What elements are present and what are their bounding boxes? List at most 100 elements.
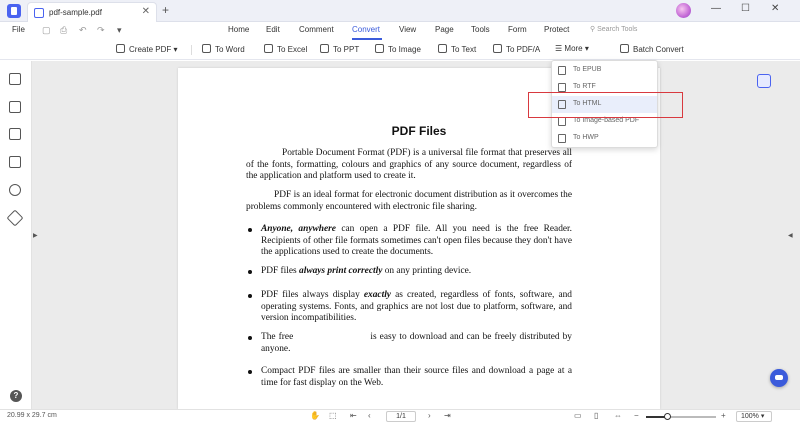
batch-convert-button[interactable]: Batch Convert (620, 44, 684, 54)
bullet-icon (248, 270, 252, 274)
to-image-based-pdf-label: To Image-based PDF (573, 117, 640, 124)
prev-page-icon[interactable]: ‹ (368, 411, 371, 420)
to-text-label: To Text (451, 45, 477, 54)
menu-edit[interactable]: Edit (266, 25, 280, 34)
bullet-1-emphasis: Anyone, anywhere (261, 224, 336, 234)
batch-convert-icon (620, 44, 629, 53)
menu-home[interactable]: Home (228, 25, 249, 34)
tab-close-icon[interactable]: ✕ (142, 6, 150, 17)
paragraph-1: Portable Document Format (PDF) is a univ… (246, 148, 572, 181)
ocr-recognize-icon[interactable] (757, 74, 771, 88)
search-tools-input[interactable]: ⚲ Search Tools (590, 25, 637, 33)
menu-protect[interactable]: Protect (544, 25, 569, 34)
to-word-button[interactable]: To Word (202, 44, 245, 54)
zoom-level-value: 100% (741, 413, 759, 420)
to-excel-label: To Excel (277, 45, 308, 54)
hand-tool-icon[interactable]: ✋ (310, 411, 320, 420)
title-bar: pdf-sample.pdf ✕ + — ☐ ✕ (0, 0, 800, 22)
window-close-icon[interactable]: ✕ (771, 3, 779, 14)
maximize-icon[interactable]: ☐ (741, 3, 750, 14)
more-button[interactable]: ☰ More ▾ (555, 44, 589, 53)
bullet-icon (248, 294, 252, 298)
select-tool-icon[interactable]: ⬚ (329, 411, 337, 420)
to-ppt-label: To PPT (333, 45, 360, 54)
attachment-icon[interactable] (9, 156, 21, 168)
comment-icon[interactable] (9, 128, 21, 140)
bullet-icon (248, 336, 252, 340)
to-pdfa-button[interactable]: To PDF/A (493, 44, 540, 54)
two-page-view-icon[interactable]: ▯ (594, 411, 598, 420)
batch-convert-label: Batch Convert (633, 45, 684, 54)
bullet-2-text-a: PDF files (261, 266, 300, 276)
fit-width-icon[interactable]: ⇔ (614, 411, 622, 420)
save-icon[interactable]: ▢ (42, 25, 51, 36)
left-sidebar (0, 61, 32, 409)
layers-icon[interactable] (6, 209, 24, 227)
to-excel-button[interactable]: To Excel (264, 44, 307, 54)
pdf-file-icon (34, 8, 44, 18)
bullet-3-text-a: PDF files always display (261, 290, 364, 300)
menu-file[interactable]: File (12, 25, 25, 34)
app-logo-icon (7, 4, 21, 18)
to-text-button[interactable]: To Text (438, 44, 476, 54)
menu-item-to-hwp[interactable]: To HWP (552, 130, 657, 147)
to-rtf-label: To RTF (573, 83, 596, 90)
help-icon[interactable]: ? (10, 390, 22, 402)
customize-dropdown-icon[interactable]: ▾ (117, 25, 122, 36)
page-dimensions: 20.99 x 29.7 cm (7, 412, 57, 419)
create-pdf-button[interactable]: Create PDF ▾ (116, 44, 177, 54)
convert-toolbar: Create PDF ▾ To Word To Excel To PPT To … (0, 40, 800, 60)
ppt-icon (320, 44, 329, 53)
minimize-icon[interactable]: — (711, 3, 721, 14)
first-page-icon[interactable]: ⇤ (350, 411, 357, 420)
tab-title: pdf-sample.pdf (49, 8, 102, 17)
bullet-icon (248, 370, 252, 374)
bullet-2-text-b: on any printing device. (382, 266, 472, 276)
undo-icon[interactable]: ↶ (79, 25, 87, 36)
document-tab[interactable]: pdf-sample.pdf ✕ (27, 2, 157, 22)
collapse-right-icon[interactable]: ◀ (788, 232, 793, 239)
zoom-level-select[interactable]: 100% ▾ (736, 411, 772, 422)
image-icon (375, 44, 384, 53)
status-bar: 20.99 x 29.7 cm ✋ ⬚ ⇤ ‹ 1/1 › ⇥ ▭ ▯ ⇔ − … (0, 409, 800, 423)
redo-icon[interactable]: ↷ (97, 25, 105, 36)
thumbnails-icon[interactable] (9, 73, 21, 85)
to-epub-label: To EPUB (573, 66, 602, 73)
new-tab-icon[interactable]: + (162, 3, 169, 17)
menu-form[interactable]: Form (508, 25, 527, 34)
menu-tools[interactable]: Tools (471, 25, 490, 34)
to-image-label: To Image (388, 45, 421, 54)
image-based-pdf-icon (558, 117, 566, 126)
highlight-box (528, 92, 683, 118)
next-page-icon[interactable]: › (428, 411, 431, 420)
zoom-out-icon[interactable]: − (634, 411, 639, 420)
create-pdf-icon (116, 44, 125, 53)
menu-convert[interactable]: Convert (352, 25, 380, 34)
last-page-icon[interactable]: ⇥ (444, 411, 451, 420)
create-pdf-label: Create PDF (129, 45, 172, 54)
avatar[interactable] (676, 3, 691, 18)
bookmark-icon[interactable] (9, 101, 21, 113)
to-ppt-button[interactable]: To PPT (320, 44, 359, 54)
to-image-button[interactable]: To Image (375, 44, 421, 54)
menu-item-to-epub[interactable]: To EPUB (552, 62, 657, 79)
single-page-view-icon[interactable]: ▭ (574, 411, 582, 420)
print-icon[interactable]: ⎙ (60, 25, 67, 36)
zoom-in-icon[interactable]: + (721, 411, 726, 420)
menu-comment[interactable]: Comment (299, 25, 334, 34)
menu-page[interactable]: Page (435, 25, 454, 34)
rtf-icon (558, 83, 566, 92)
ai-assistant-icon[interactable] (770, 369, 788, 387)
bullet-3-emphasis: exactly (363, 290, 391, 300)
bullet-1: Anyone, anywhere can open a PDF file. Al… (261, 224, 572, 259)
excel-icon (264, 44, 273, 53)
epub-icon (558, 66, 566, 75)
page-number-input[interactable]: 1/1 (386, 411, 416, 422)
bullet-2-emphasis: always print correctly (299, 266, 383, 276)
menu-view[interactable]: View (399, 25, 416, 34)
collapse-left-icon[interactable]: ▶ (33, 232, 38, 239)
menu-bar: File ▢ ⎙ ↶ ↷ ▾ Home Edit Comment Convert… (0, 22, 800, 40)
zoom-slider-handle[interactable] (664, 413, 671, 420)
paragraph-2: PDF is an ideal format for electronic do… (246, 190, 572, 212)
search-icon[interactable] (9, 184, 21, 196)
